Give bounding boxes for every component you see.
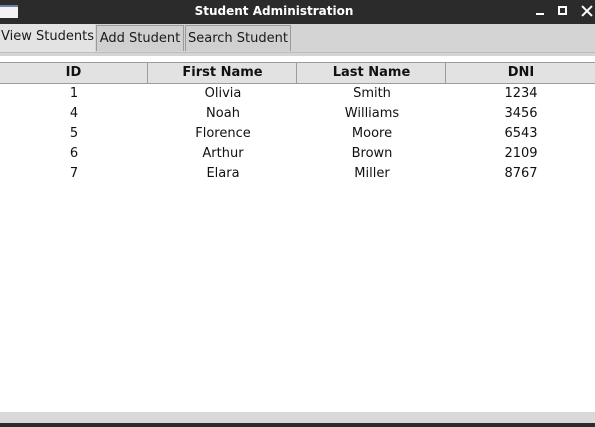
window-title: Student Administration xyxy=(194,4,354,18)
tab-bar: View Students Add Student Search Student xyxy=(0,24,595,56)
students-table: ID First Name Last Name DNI 1 Olivia Smi… xyxy=(0,56,595,412)
window-bottom-border xyxy=(0,423,595,427)
cell-last-name: Williams xyxy=(344,106,400,121)
cell-first-name: Arthur xyxy=(202,146,244,161)
cell-first-name: Florence xyxy=(195,126,251,141)
cell-first-name: Olivia xyxy=(204,86,242,101)
cell-id: 1 xyxy=(69,86,79,101)
cell-last-name: Moore xyxy=(351,126,393,141)
table-row[interactable]: 7 Elara Miller 8767 xyxy=(0,164,595,184)
cell-last-name: Miller xyxy=(354,166,390,181)
close-button[interactable] xyxy=(578,2,595,20)
cell-dni: 2109 xyxy=(504,146,538,161)
cell-id: 5 xyxy=(69,126,79,141)
cell-id: 7 xyxy=(69,166,79,181)
horizontal-scrollbar[interactable] xyxy=(0,412,595,423)
title-bar[interactable]: Student Administration xyxy=(0,0,595,24)
cell-dni: 6543 xyxy=(504,126,538,141)
column-header-dni[interactable]: DNI xyxy=(447,63,595,83)
maximize-button[interactable] xyxy=(554,2,572,20)
table-body: 1 Olivia Smith 1234 4 Noah Williams 3456… xyxy=(0,84,595,184)
cell-dni: 3456 xyxy=(504,106,538,121)
cell-last-name: Brown xyxy=(351,146,393,161)
table-header: ID First Name Last Name DNI xyxy=(0,62,595,84)
cell-last-name: Smith xyxy=(353,86,391,101)
minimize-icon xyxy=(536,13,544,15)
table-row[interactable]: 1 Olivia Smith 1234 xyxy=(0,84,595,104)
column-header-first-name[interactable]: First Name xyxy=(149,63,297,83)
table-row[interactable]: 5 Florence Moore 6543 xyxy=(0,124,595,144)
tab-add-student[interactable]: Add Student xyxy=(96,25,184,51)
cell-first-name: Elara xyxy=(206,166,240,181)
cell-id: 6 xyxy=(69,146,79,161)
tab-view-students[interactable]: View Students xyxy=(0,24,95,52)
cell-dni: 8767 xyxy=(504,166,538,181)
tab-divider xyxy=(0,52,595,53)
cell-id: 4 xyxy=(69,106,79,121)
tab-search-student[interactable]: Search Student xyxy=(185,25,291,51)
maximize-icon xyxy=(558,6,567,15)
minimize-button[interactable] xyxy=(531,2,549,20)
cell-dni: 1234 xyxy=(504,86,538,101)
column-header-last-name[interactable]: Last Name xyxy=(298,63,446,83)
column-header-id[interactable]: ID xyxy=(0,63,148,83)
table-row[interactable]: 6 Arthur Brown 2109 xyxy=(0,144,595,164)
application-window: Student Administration View Students Add… xyxy=(0,0,595,427)
cell-first-name: Noah xyxy=(206,106,240,121)
table-row[interactable]: 4 Noah Williams 3456 xyxy=(0,104,595,124)
